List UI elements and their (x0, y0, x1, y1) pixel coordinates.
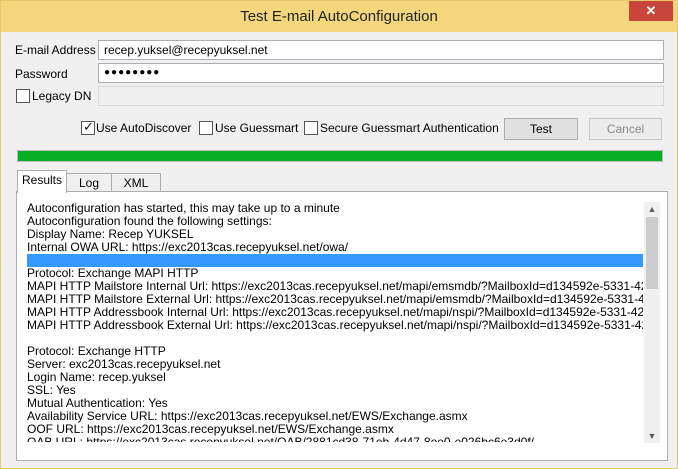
result-line: OAB URL: https://exc2013cas.recepyuksel.… (27, 435, 534, 443)
secure-guessmart-checkbox[interactable] (304, 121, 318, 135)
results-scrollbar[interactable]: ▲ ▼ (644, 202, 660, 443)
window-title: Test E-mail AutoConfiguration (240, 8, 438, 25)
result-line: MAPI HTTP Addressbook External Url: http… (27, 318, 643, 332)
scroll-up-icon[interactable]: ▲ (644, 202, 660, 216)
dialog-body: E-mail Address recep.yuksel@recepyuksel.… (8, 32, 670, 462)
result-line: Login Name: recep.yuksel (27, 370, 166, 384)
test-button[interactable]: Test (504, 118, 578, 140)
legacy-dn-field (98, 86, 664, 106)
title-bar[interactable]: Test E-mail AutoConfiguration ✕ (1, 1, 677, 32)
guessmart-label: Use Guessmart (215, 121, 299, 135)
tab-xml[interactable]: XML (111, 173, 161, 192)
tab-results[interactable]: Results (17, 170, 67, 193)
email-label: E-mail Address (15, 43, 96, 57)
results-panel: Autoconfiguration has started, this may … (16, 191, 668, 461)
cancel-button[interactable]: Cancel (589, 118, 662, 140)
secure-guessmart-label: Secure Guessmart Authentication (320, 121, 499, 135)
password-field[interactable]: ●●●●●●●● (98, 63, 664, 83)
scroll-thumb[interactable] (646, 217, 658, 289)
legacy-dn-label: Legacy DN (32, 89, 92, 103)
autoconfig-window: Test E-mail AutoConfiguration ✕ E-mail A… (0, 0, 678, 469)
results-text[interactable]: Autoconfiguration has started, this may … (27, 202, 643, 442)
tab-log[interactable]: Log (65, 173, 113, 192)
autodiscover-checkbox[interactable] (81, 119, 95, 135)
progress-bar (17, 150, 663, 162)
close-icon: ✕ (645, 3, 657, 18)
close-button[interactable]: ✕ (629, 1, 673, 21)
result-line: Internal OWA URL: https://exc2013cas.rec… (27, 240, 349, 254)
guessmart-checkbox[interactable] (199, 121, 213, 135)
autodiscover-label: Use AutoDiscover (96, 121, 192, 135)
legacy-dn-checkbox[interactable] (16, 89, 30, 103)
password-label: Password (15, 67, 68, 81)
progress-fill (18, 151, 662, 161)
email-field[interactable]: recep.yuksel@recepyuksel.net (98, 40, 664, 60)
scroll-down-icon[interactable]: ▼ (644, 429, 660, 443)
